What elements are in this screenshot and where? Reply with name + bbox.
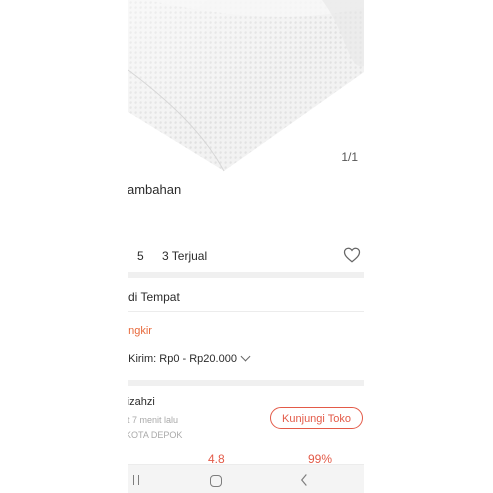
shop-city: KOTA DEPOK	[128, 430, 183, 440]
shop-status: ait 7 menit lalu	[128, 415, 179, 425]
heart-icon[interactable]	[343, 246, 361, 264]
image-counter: 1/1	[341, 150, 358, 164]
shipping-cost[interactable]: ; Kirim: Rp0 - Rp20.000	[128, 351, 251, 365]
android-navigation-bar	[128, 464, 364, 493]
page: 1/1 ambahan 5 3 Terjual di Tempat ongkir…	[0, 0, 493, 493]
line-divider	[128, 311, 364, 312]
section-divider	[128, 380, 364, 386]
shop-name[interactable]: rizahzi	[128, 396, 155, 408]
pickup-option: di Tempat	[128, 290, 180, 304]
product-image[interactable]: 1/1	[128, 0, 364, 175]
sold-count: 3 Terjual	[162, 249, 208, 263]
home-icon[interactable]	[210, 475, 222, 487]
section-divider	[128, 272, 364, 278]
phone-screen: 1/1 ambahan 5 3 Terjual di Tempat ongkir…	[128, 0, 364, 493]
recent-apps-icon[interactable]	[131, 470, 141, 488]
shipping-cost-text: ; Kirim: Rp0 - Rp20.000	[128, 353, 237, 365]
product-title: ambahan	[128, 182, 182, 197]
rating-value: 5	[137, 249, 144, 263]
visit-shop-button[interactable]: Kunjungi Toko	[270, 407, 363, 429]
bubble-wrap-photo	[128, 0, 364, 172]
shipping-label: ongkir	[128, 325, 152, 337]
chevron-down-icon	[240, 351, 251, 362]
back-icon[interactable]	[299, 471, 310, 489]
